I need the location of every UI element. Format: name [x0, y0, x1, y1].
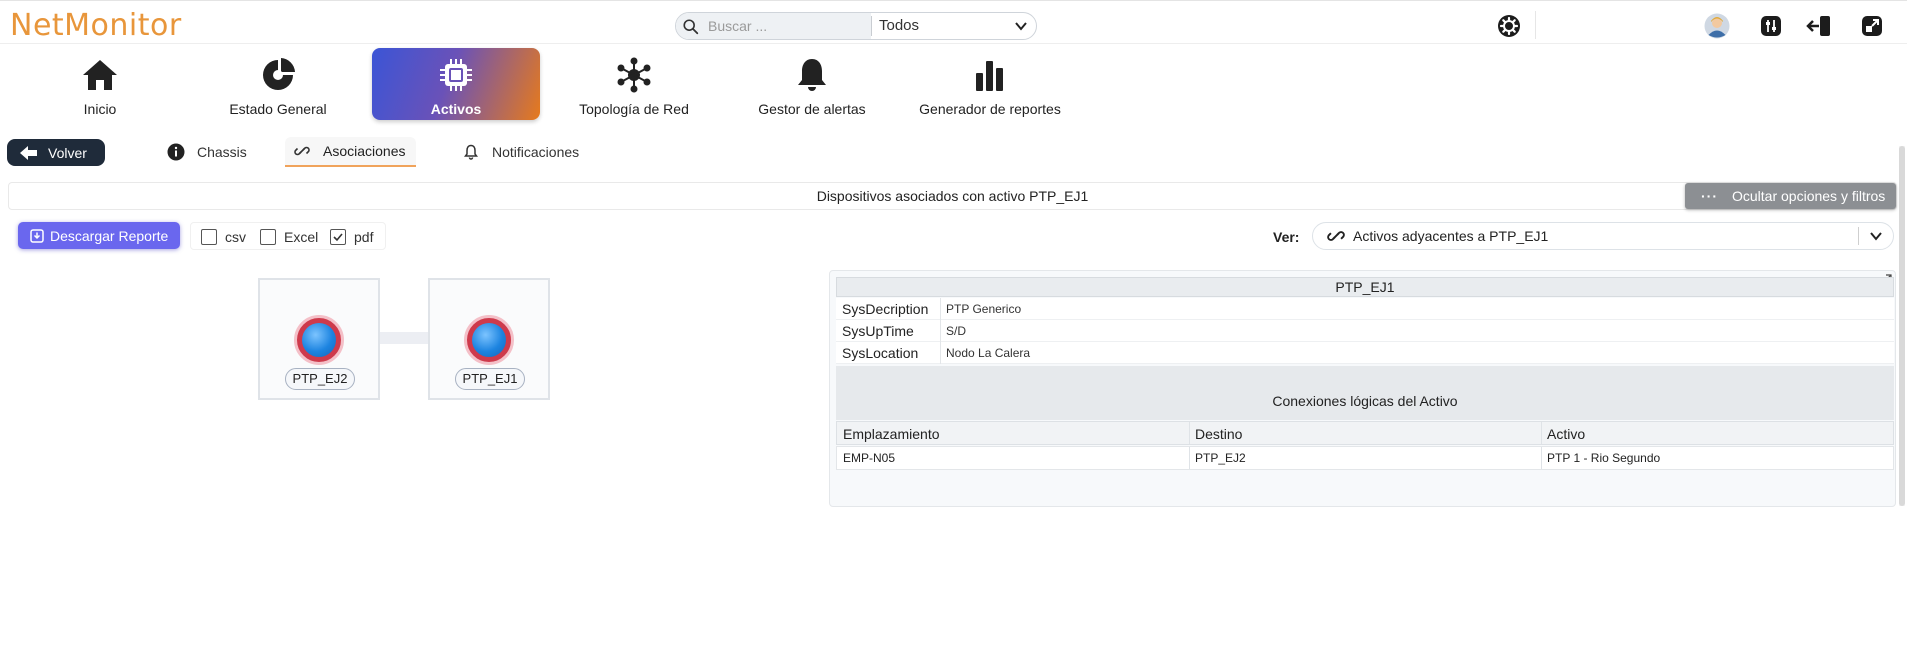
graph-node[interactable]: PTP_EJ2 — [258, 278, 380, 400]
details-key: SysUpTime — [842, 323, 914, 339]
format-label: csv — [225, 229, 246, 245]
nav-item-alertas[interactable]: Gestor de alertas — [728, 48, 896, 120]
checkbox-csv[interactable] — [201, 229, 217, 245]
search-bar: Todos — [675, 12, 1037, 40]
node-label: PTP_EJ2 — [285, 368, 355, 390]
details-key: SysDecription — [842, 301, 929, 317]
download-icon — [30, 228, 44, 243]
connections-table-header: Emplazamiento Destino Activo — [836, 421, 1894, 445]
search-input[interactable] — [708, 16, 868, 36]
details-value: PTP Generico — [946, 302, 1022, 316]
table-cell: EMP-N05 — [843, 451, 896, 465]
view-select[interactable]: Activos adyacentes a PTP_EJ1 — [1312, 222, 1894, 250]
format-label: pdf — [354, 229, 374, 245]
nav-item-topologia[interactable]: Topología de Red — [550, 48, 718, 120]
format-label: Excel — [284, 229, 319, 245]
avatar[interactable] — [1704, 13, 1730, 39]
details-key: SysLocation — [842, 345, 919, 361]
popout-icon[interactable] — [1859, 13, 1885, 39]
nav-item-inicio[interactable]: Inicio — [16, 48, 184, 120]
more-icon: ··· — [1701, 188, 1718, 204]
nav-label: Generador de reportes — [919, 101, 1061, 117]
nav-label: Activos — [430, 101, 482, 117]
scrollbar-thumb[interactable] — [1899, 146, 1905, 506]
logout-icon[interactable] — [1806, 13, 1832, 39]
top-divider — [1535, 11, 1536, 39]
nav-item-reportes[interactable]: Generador de reportes — [906, 48, 1074, 120]
column-header: Emplazamiento — [843, 426, 940, 442]
nav-label: Estado General — [229, 101, 327, 117]
format-option-pdf[interactable]: pdf — [330, 229, 373, 245]
network-icon — [550, 56, 718, 94]
nav-item-estado-general[interactable]: Estado General — [194, 48, 362, 120]
chevron-down-icon[interactable] — [1869, 229, 1883, 243]
top-bar: NetMonitor Todos — [0, 0, 1907, 44]
info-icon — [167, 143, 185, 161]
tab-label: Asociaciones — [323, 143, 406, 159]
link-icon — [293, 142, 311, 160]
details-row: SysDecription PTP Generico — [836, 298, 1894, 320]
bell-icon — [462, 143, 480, 161]
download-report-button[interactable]: Descargar Reporte — [18, 222, 180, 249]
details-row: SysLocation Nodo La Calera — [836, 342, 1894, 364]
search-scope-select[interactable]: Todos — [879, 17, 919, 34]
table-cell: PTP_EJ2 — [1195, 451, 1246, 465]
connections-title: Conexiones lógicas del Activo — [836, 366, 1894, 420]
view-select-divider — [1858, 227, 1859, 245]
download-report-label: Descargar Reporte — [50, 227, 169, 244]
search-icon[interactable] — [682, 18, 700, 36]
link-icon — [1327, 227, 1345, 245]
app-logo[interactable]: NetMonitor — [10, 8, 182, 43]
format-options: csv Excel pdf — [190, 222, 386, 250]
nav-label: Gestor de alertas — [758, 101, 866, 117]
graph-node[interactable]: PTP_EJ1 — [428, 278, 550, 400]
bell-icon — [728, 56, 896, 94]
checkbox-excel[interactable] — [260, 229, 276, 245]
node-icon — [294, 315, 344, 365]
gauge-icon — [194, 56, 362, 94]
nav-label: Inicio — [83, 101, 117, 117]
tab-label: Chassis — [197, 144, 247, 160]
node-icon — [464, 315, 514, 365]
checkbox-pdf[interactable] — [330, 229, 346, 245]
column-header: Activo — [1547, 426, 1586, 442]
tab-asociaciones[interactable]: Asociaciones — [285, 137, 416, 167]
home-icon — [16, 56, 184, 94]
format-option-csv[interactable]: csv — [201, 229, 246, 245]
sliders-icon[interactable] — [1758, 13, 1784, 39]
toggle-filters-button[interactable]: ··· Ocultar opciones y filtros — [1685, 183, 1896, 209]
details-row: SysUpTime S/D — [836, 320, 1894, 342]
arrow-left-icon — [20, 145, 37, 160]
check-icon — [333, 233, 343, 242]
nav-label: Topología de Red — [579, 101, 689, 117]
column-header: Destino — [1195, 426, 1243, 442]
details-value: S/D — [946, 324, 967, 338]
format-option-excel[interactable]: Excel — [260, 229, 318, 245]
view-label: Ver: — [1273, 229, 1300, 245]
bar-chart-icon — [906, 56, 1074, 94]
back-button[interactable]: Volver — [7, 139, 105, 166]
gear-icon[interactable] — [1496, 13, 1522, 39]
details-title: PTP_EJ1 — [836, 277, 1894, 297]
table-row[interactable]: EMP-N05 PTP_EJ2 PTP 1 - Rio Segundo — [836, 446, 1894, 470]
tab-label: Notificaciones — [492, 144, 580, 160]
chip-icon — [372, 56, 540, 94]
toggle-filters-label: Ocultar opciones y filtros — [1732, 188, 1886, 204]
chevron-down-icon[interactable] — [1013, 18, 1029, 34]
section-title: Dispositivos asociados con activo PTP_EJ… — [8, 182, 1897, 210]
search-divider — [871, 16, 872, 36]
tab-chassis[interactable]: Chassis — [167, 137, 247, 167]
view-select-value: Activos adyacentes a PTP_EJ1 — [1353, 228, 1549, 244]
node-label: PTP_EJ1 — [455, 368, 525, 390]
nav-item-activos[interactable]: Activos — [372, 48, 540, 120]
back-label: Volver — [48, 144, 87, 161]
details-value: Nodo La Calera — [946, 346, 1031, 360]
tab-notificaciones[interactable]: Notificaciones — [462, 137, 579, 167]
table-cell: PTP 1 - Rio Segundo — [1547, 451, 1661, 465]
